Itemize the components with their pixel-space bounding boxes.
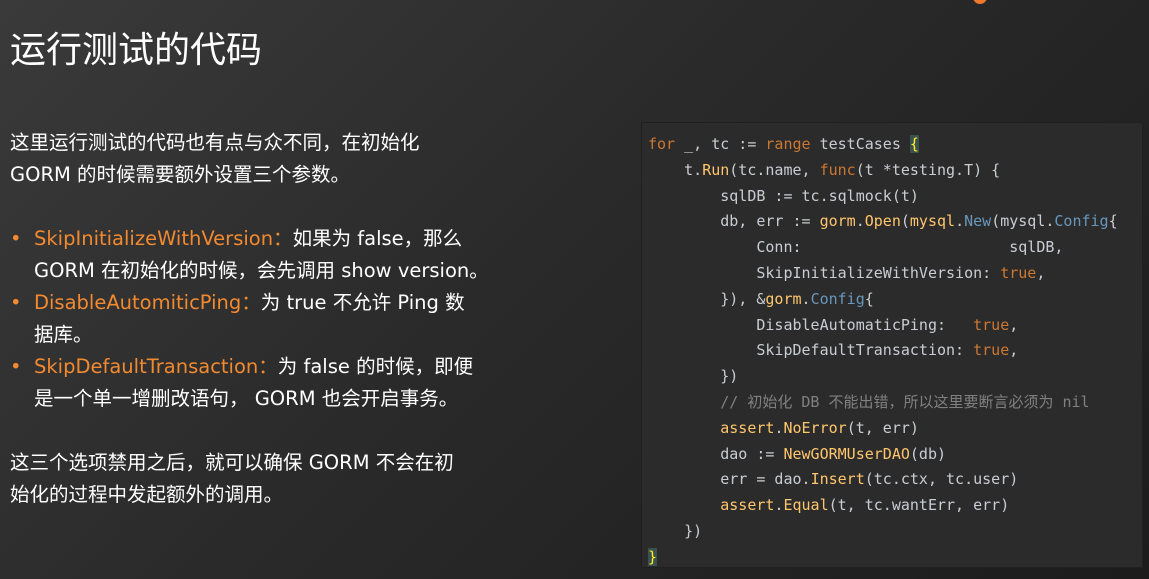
code-token: Equal: [783, 496, 829, 515]
option-desc: 为 true 不允许 Ping 数: [260, 291, 465, 314]
code-token: ,: [1009, 341, 1019, 360]
code-token: mysql: [909, 212, 956, 231]
code-line: sqlDB := tc.sqlmock(t): [648, 184, 1118, 210]
code-token: SkipInitializeWithVersion:: [648, 263, 1001, 282]
bullet-dot-icon: •: [10, 291, 22, 314]
code-line: err = dao.Insert(tc.ctx, tc.user): [648, 467, 1118, 493]
option-desc: 如果为 false，那么: [292, 227, 463, 250]
code-token: (tc.ctx, tc.user): [864, 470, 1019, 489]
code-token: (: [900, 212, 910, 231]
code-token: Run: [702, 160, 730, 179]
intro-paragraph: 这里运行测试的代码也有点与众不同，在初始化 GORM 的时候需要额外设置三个参数…: [10, 127, 610, 191]
code-token: Open: [864, 212, 901, 231]
code-token: true: [973, 341, 1010, 360]
code-token: {: [864, 289, 874, 308]
code-line: }), &gorm.Config{: [648, 287, 1118, 313]
code-token: .: [955, 212, 965, 231]
code-block: for _, tc := range testCases { t.Run(tc.…: [641, 122, 1143, 568]
code-line: SkipInitializeWithVersion: true,: [648, 261, 1118, 287]
code-token: testCases: [810, 135, 910, 153]
code-token: sqlDB := tc.sqlmock(t): [648, 186, 919, 205]
code-token: true: [973, 315, 1010, 334]
code-token: for: [648, 135, 676, 153]
code-token: gorm: [765, 289, 802, 308]
code-token: Conn: sqlDB,: [648, 238, 1064, 257]
code-token: {: [1108, 212, 1118, 231]
option-desc: GORM 在初始化的时候，会先调用 show version。: [34, 259, 489, 282]
option-key: SkipDefaultTransaction：: [34, 355, 278, 378]
code-lines: for _, tc := range testCases { t.Run(tc.…: [648, 132, 1118, 567]
code-token: (db): [909, 444, 947, 463]
code-token: err = dao.: [648, 470, 811, 489]
code-line: for _, tc := range testCases {: [648, 132, 1118, 158]
code-token: _, tc :=: [675, 135, 766, 153]
code-token: {: [909, 135, 919, 153]
code-token: }: [648, 547, 658, 566]
orange-accent-shape: [973, 0, 987, 4]
code-token: t.: [648, 160, 703, 179]
options-list: • SkipInitializeWithVersion：如果为 false，那么…: [10, 223, 610, 415]
code-token: func: [819, 160, 856, 179]
code-token: assert: [720, 496, 775, 515]
code-line: // 初始化 DB 不能出错，所以这里要断言必须为 nil: [648, 390, 1118, 416]
option-key: SkipInitializeWithVersion：: [34, 227, 293, 250]
code-token: assert: [720, 418, 775, 437]
code-token: ,: [1036, 263, 1046, 282]
code-token: true: [1000, 263, 1037, 282]
code-token: db, err :=: [648, 212, 820, 231]
option-desc: 据库。: [34, 323, 93, 346]
code-line: db, err := gorm.Open(mysql.New(mysql.Con…: [648, 209, 1118, 235]
code-line: DisableAutomaticPing: true,: [648, 313, 1118, 339]
code-token: New: [964, 212, 992, 231]
code-token: .: [855, 212, 865, 231]
code-token: dao :=: [648, 444, 784, 463]
code-token: Insert: [810, 470, 865, 489]
code-token: ,: [1009, 315, 1019, 334]
code-line: assert.NoError(t, err): [648, 416, 1118, 442]
code-token: NoError: [783, 418, 847, 437]
conclusion-paragraph: 这三个选项禁用之后，就可以确保 GORM 不会在初 始化的过程中发起额外的调用。: [10, 447, 610, 511]
code-line: }): [648, 519, 1118, 545]
option-desc: 为 false 的时候，即便: [277, 355, 474, 378]
code-line: }): [648, 364, 1118, 390]
code-token: }): [648, 367, 739, 386]
code-line: Conn: sqlDB,: [648, 235, 1118, 261]
code-line: t.Run(tc.name, func(t *testing.T) {: [648, 158, 1118, 184]
code-line: dao := NewGORMUserDAO(db): [648, 442, 1118, 468]
code-token: gorm: [819, 212, 856, 231]
code-token: NewGORMUserDAO: [783, 444, 910, 463]
code-token: Config: [1054, 212, 1109, 231]
code-token: // 初始化 DB 不能出错，所以这里要断言必须为 nil: [648, 392, 1090, 411]
intro-line: GORM 的时候需要额外设置三个参数。: [10, 163, 351, 186]
code-token: range: [765, 135, 811, 153]
code-token: (t *testing.T) {: [855, 160, 1001, 179]
option-key: DisableAutomiticPing：: [34, 291, 261, 314]
code-token: SkipDefaultTransaction:: [648, 341, 974, 360]
code-token: }): [648, 521, 703, 540]
code-token: (mysql.: [991, 212, 1055, 231]
code-token: (t, err): [846, 418, 919, 437]
code-token: DisableAutomaticPing:: [648, 315, 974, 334]
code-line: assert.Equal(t, tc.wantErr, err): [648, 493, 1118, 519]
code-line: SkipDefaultTransaction: true,: [648, 338, 1118, 364]
intro-line: 这里运行测试的代码也有点与众不同，在初始化: [10, 131, 420, 154]
option-item-disable-ping: • DisableAutomiticPing：为 true 不允许 Ping 数…: [10, 287, 610, 351]
explanation-text: 这里运行测试的代码也有点与众不同，在初始化 GORM 的时候需要额外设置三个参数…: [10, 127, 610, 511]
code-token: (tc.name,: [729, 160, 820, 179]
option-desc: 是一个单一增删改语句， GORM 也会开启事务。: [34, 387, 459, 410]
conclusion-line: 始化的过程中发起额外的调用。: [10, 483, 284, 506]
slide-title: 运行测试的代码: [10, 30, 263, 72]
code-line: }: [648, 545, 1118, 567]
option-item-skip-transaction: • SkipDefaultTransaction：为 false 的时候，即便 …: [10, 351, 610, 415]
code-token: Config: [810, 289, 865, 308]
code-token: (t, tc.wantErr, err): [828, 496, 1010, 515]
code-token: .: [801, 289, 811, 308]
option-item-skip-initialize: • SkipInitializeWithVersion：如果为 false，那么…: [10, 223, 610, 287]
code-token: }), &: [648, 289, 766, 308]
conclusion-line: 这三个选项禁用之后，就可以确保 GORM 不会在初: [10, 451, 454, 474]
bullet-dot-icon: •: [10, 355, 22, 378]
bullet-dot-icon: •: [10, 227, 22, 250]
